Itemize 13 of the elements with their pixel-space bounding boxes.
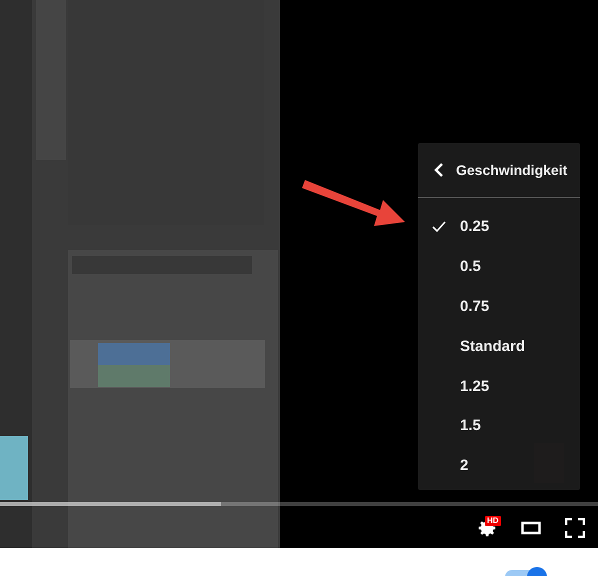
settings-button[interactable]: HD <box>474 515 500 541</box>
fullscreen-button[interactable] <box>562 515 588 541</box>
menu-title: Geschwindigkeit <box>456 162 568 178</box>
hd-badge: HD <box>485 516 501 526</box>
progress-bar[interactable] <box>0 502 598 506</box>
speed-option[interactable]: 1.25 <box>418 366 580 406</box>
speed-option[interactable]: Standard <box>418 326 580 366</box>
speed-option[interactable]: 0.5 <box>418 246 580 287</box>
speed-option[interactable]: 0.75 <box>418 286 580 326</box>
speed-option[interactable]: 0.25 <box>418 207 580 247</box>
speed-option[interactable]: 1.5 <box>418 406 580 446</box>
back-icon[interactable] <box>434 162 444 178</box>
speed-option[interactable]: 2 <box>418 446 580 486</box>
